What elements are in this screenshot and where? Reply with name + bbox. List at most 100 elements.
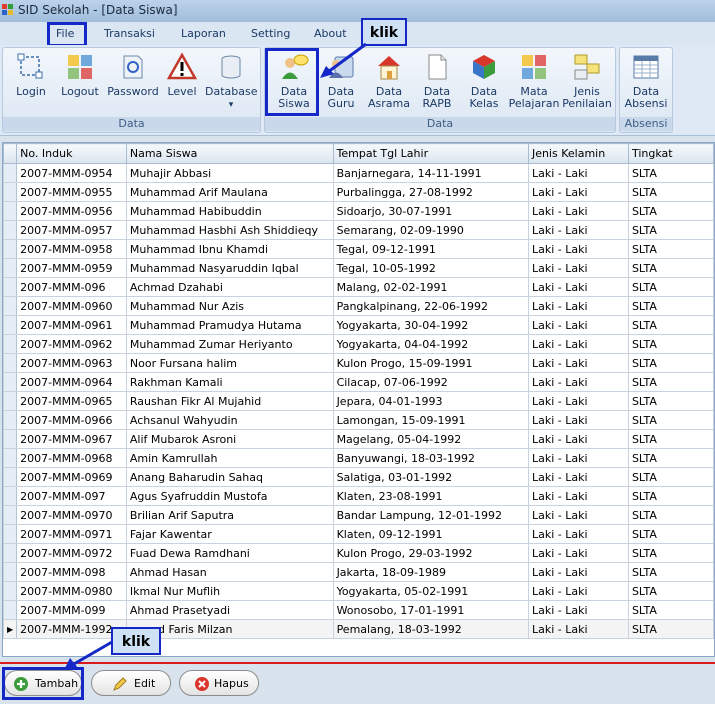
menu-transaksi[interactable]: Transaksi bbox=[104, 27, 155, 40]
cell-no-induk[interactable]: 2007-MMM-0954 bbox=[16, 163, 127, 183]
cell-tempat-tgl-lahir[interactable]: Wonosobo, 17-01-1991 bbox=[332, 600, 529, 620]
row-selector[interactable] bbox=[3, 486, 18, 506]
cell-tempat-tgl-lahir[interactable]: Jakarta, 18-09-1989 bbox=[332, 562, 529, 582]
table-row[interactable]: 2007-MMM-0954 Muhajir Abbasi Banjarnegara,… bbox=[3, 163, 714, 183]
cell-nama-siswa[interactable]: Muhammad Nur Azis bbox=[125, 296, 334, 316]
column-jenis-kelamin[interactable]: Jenis Kelamin bbox=[527, 143, 629, 164]
table-row[interactable]: 2007-MMM-097 Agus Syafruddin Mustofa Klate… bbox=[3, 486, 714, 506]
cell-no-induk[interactable]: 2007-MMM-0964 bbox=[16, 372, 127, 392]
cell-tingkat[interactable]: SLTA bbox=[627, 448, 714, 468]
cell-tempat-tgl-lahir[interactable]: Cilacap, 07-06-1992 bbox=[332, 372, 529, 392]
logout-button[interactable]: Logout bbox=[59, 52, 101, 98]
cell-nama-siswa[interactable]: Muhammad Zumar Heriyanto bbox=[125, 334, 334, 354]
data-siswa-grid[interactable]: No. Induk Nama Siswa Tempat Tgl Lahir Je… bbox=[2, 142, 715, 657]
row-selector[interactable] bbox=[3, 296, 18, 316]
cell-nama-siswa[interactable]: Muhammad Habibuddin bbox=[125, 201, 334, 221]
cell-tingkat[interactable]: SLTA bbox=[627, 220, 714, 240]
cell-no-induk[interactable]: 2007-MMM-0963 bbox=[16, 353, 127, 373]
cell-tempat-tgl-lahir[interactable]: Kulon Progo, 29-03-1992 bbox=[332, 543, 529, 563]
cell-tingkat[interactable]: SLTA bbox=[627, 334, 714, 354]
menu-about[interactable]: About bbox=[314, 27, 347, 40]
table-row[interactable]: 2007-MMM-0968 Amin Kamrullah Banyuwangi, 1… bbox=[3, 448, 714, 468]
cell-jenis-kelamin[interactable]: Laki - Laki bbox=[527, 353, 629, 373]
row-selector[interactable] bbox=[3, 562, 18, 582]
cell-no-induk[interactable]: 2007-MMM-0959 bbox=[16, 258, 127, 278]
column-nama-siswa[interactable]: Nama Siswa bbox=[125, 143, 334, 164]
table-row[interactable]: 2007-MMM-0961 Muhammad Pramudya Hutama Yog… bbox=[3, 315, 714, 335]
cell-nama-siswa[interactable]: Brilian Arif Saputra bbox=[125, 505, 334, 525]
cell-jenis-kelamin[interactable]: Laki - Laki bbox=[527, 163, 629, 183]
cell-tempat-tgl-lahir[interactable]: Sidoarjo, 30-07-1991 bbox=[332, 201, 529, 221]
cell-nama-siswa[interactable]: Achsanul Wahyudin bbox=[125, 410, 334, 430]
cell-nama-siswa[interactable]: Ikmal Nur Muflih bbox=[125, 581, 334, 601]
row-selector[interactable] bbox=[3, 505, 18, 525]
cell-jenis-kelamin[interactable]: Laki - Laki bbox=[527, 410, 629, 430]
menu-setting[interactable]: Setting bbox=[251, 27, 290, 40]
cell-tempat-tgl-lahir[interactable]: Banjarnegara, 14-11-1991 bbox=[332, 163, 529, 183]
cell-tempat-tgl-lahir[interactable]: Klaten, 09-12-1991 bbox=[332, 524, 529, 544]
cell-no-induk[interactable]: 2007-MMM-0956 bbox=[16, 201, 127, 221]
cell-jenis-kelamin[interactable]: Laki - Laki bbox=[527, 524, 629, 544]
cell-nama-siswa[interactable]: Muhammad Ibnu Khamdi bbox=[125, 239, 334, 259]
cell-nama-siswa[interactable]: Fajar Kawentar bbox=[125, 524, 334, 544]
cell-tempat-tgl-lahir[interactable]: Banyuwangi, 18-03-1992 bbox=[332, 448, 529, 468]
cell-no-induk[interactable]: 2007-MMM-0960 bbox=[16, 296, 127, 316]
data-asrama-button[interactable]: Data Asrama bbox=[365, 52, 413, 110]
row-selector[interactable] bbox=[3, 524, 18, 544]
cell-no-induk[interactable]: 2007-MMM-0957 bbox=[16, 220, 127, 240]
cell-no-induk[interactable]: 2007-MMM-0970 bbox=[16, 505, 127, 525]
cell-tempat-tgl-lahir[interactable]: Pangkalpinang, 22-06-1992 bbox=[332, 296, 529, 316]
cell-jenis-kelamin[interactable]: Laki - Laki bbox=[527, 600, 629, 620]
cell-nama-siswa[interactable]: Alif Mubarok Asroni bbox=[125, 429, 334, 449]
cell-no-induk[interactable]: 2007-MMM-0955 bbox=[16, 182, 127, 202]
row-selector[interactable] bbox=[3, 467, 18, 487]
cell-tempat-tgl-lahir[interactable]: Tegal, 09-12-1991 bbox=[332, 239, 529, 259]
cell-tingkat[interactable]: SLTA bbox=[627, 391, 714, 411]
row-selector[interactable] bbox=[3, 600, 18, 620]
table-row[interactable]: ▶ 2007-MMM-1992 mmad Faris Milzan Pemalang,… bbox=[3, 619, 714, 639]
cell-nama-siswa[interactable]: Agus Syafruddin Mustofa bbox=[125, 486, 334, 506]
row-selector[interactable] bbox=[3, 163, 18, 183]
table-row[interactable]: 2007-MMM-0959 Muhammad Nasyaruddin Iqbal T… bbox=[3, 258, 714, 278]
cell-tingkat[interactable]: SLTA bbox=[627, 315, 714, 335]
level-button[interactable]: Level bbox=[163, 52, 201, 98]
row-selector[interactable] bbox=[3, 182, 18, 202]
cell-nama-siswa[interactable]: Muhammad Nasyaruddin Iqbal bbox=[125, 258, 334, 278]
row-selector[interactable] bbox=[3, 277, 18, 297]
cell-jenis-kelamin[interactable]: Laki - Laki bbox=[527, 372, 629, 392]
cell-tempat-tgl-lahir[interactable]: Malang, 02-02-1991 bbox=[332, 277, 529, 297]
table-row[interactable]: 2007-MMM-0955 Muhammad Arif Maulana Purbal… bbox=[3, 182, 714, 202]
cell-tingkat[interactable]: SLTA bbox=[627, 505, 714, 525]
row-selector[interactable] bbox=[3, 372, 18, 392]
cell-jenis-kelamin[interactable]: Laki - Laki bbox=[527, 315, 629, 335]
cell-jenis-kelamin[interactable]: Laki - Laki bbox=[527, 277, 629, 297]
password-button[interactable]: Password bbox=[105, 52, 161, 98]
row-selector[interactable] bbox=[3, 220, 18, 240]
row-selector[interactable] bbox=[3, 410, 18, 430]
cell-tingkat[interactable]: SLTA bbox=[627, 239, 714, 259]
table-row[interactable]: 2007-MMM-0962 Muhammad Zumar Heriyanto Yog… bbox=[3, 334, 714, 354]
cell-nama-siswa[interactable]: Muhammad Hasbhi Ash Shiddieqy bbox=[125, 220, 334, 240]
table-row[interactable]: 2007-MMM-0963 Noor Fursana halim Kulon Pro… bbox=[3, 353, 714, 373]
cell-tingkat[interactable]: SLTA bbox=[627, 201, 714, 221]
table-row[interactable]: 2007-MMM-0956 Muhammad Habibuddin Sidoarjo… bbox=[3, 201, 714, 221]
table-row[interactable]: 2007-MMM-0980 Ikmal Nur Muflih Yogyakarta,… bbox=[3, 581, 714, 601]
cell-no-induk[interactable]: 2007-MMM-098 bbox=[16, 562, 127, 582]
mata-pelajaran-button[interactable]: Mata Pelajaran bbox=[507, 52, 561, 110]
cell-tingkat[interactable]: SLTA bbox=[627, 543, 714, 563]
cell-no-induk[interactable]: 2007-MMM-0980 bbox=[16, 581, 127, 601]
row-selector[interactable] bbox=[3, 258, 18, 278]
row-selector[interactable] bbox=[3, 239, 18, 259]
table-row[interactable]: 2007-MMM-096 Achmad Dzahabi Malang, 02-02-… bbox=[3, 277, 714, 297]
cell-tempat-tgl-lahir[interactable]: Jepara, 04-01-1993 bbox=[332, 391, 529, 411]
table-row[interactable]: 2007-MMM-0972 Fuad Dewa Ramdhani Kulon Pro… bbox=[3, 543, 714, 563]
row-selector[interactable] bbox=[3, 429, 18, 449]
table-row[interactable]: 2007-MMM-0964 Rakhman Kamali Cilacap, 07-0… bbox=[3, 372, 714, 392]
row-selector[interactable] bbox=[3, 315, 18, 335]
data-rapb-button[interactable]: Data RAPB bbox=[415, 52, 459, 110]
row-selector[interactable]: ▶ bbox=[3, 619, 18, 639]
cell-tingkat[interactable]: SLTA bbox=[627, 277, 714, 297]
cell-nama-siswa[interactable]: Anang Baharudin Sahaq bbox=[125, 467, 334, 487]
cell-tempat-tgl-lahir[interactable]: Kulon Progo, 15-09-1991 bbox=[332, 353, 529, 373]
cell-jenis-kelamin[interactable]: Laki - Laki bbox=[527, 448, 629, 468]
